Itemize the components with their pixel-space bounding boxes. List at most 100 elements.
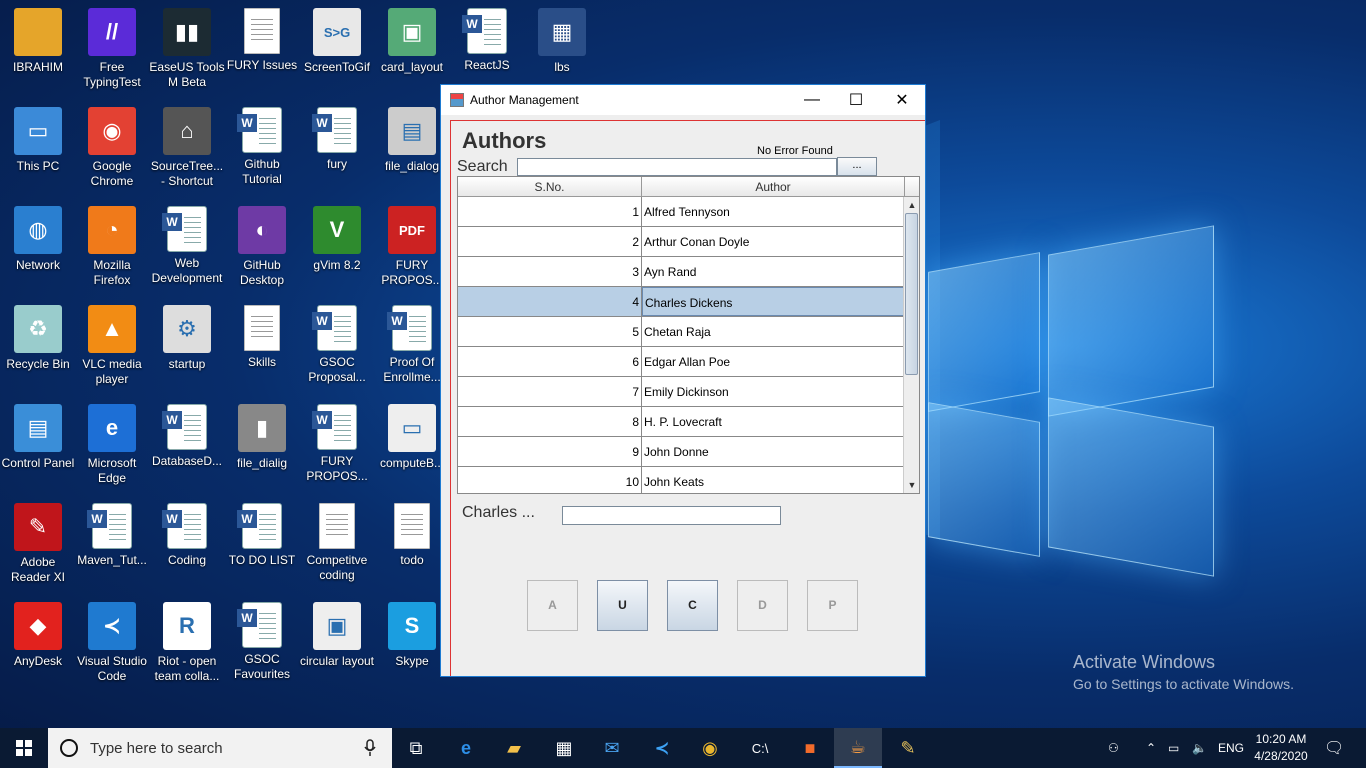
people-icon[interactable]: ⚇ xyxy=(1108,728,1119,768)
cell-author[interactable]: John Donne xyxy=(642,437,904,466)
desktop-icon-skype[interactable]: S Skype xyxy=(374,602,450,669)
table-row[interactable]: 4 Charles Dickens xyxy=(458,287,919,317)
notifications-icon[interactable]: 🗨 xyxy=(1324,728,1344,768)
terminal-icon[interactable]: C:\ xyxy=(736,728,784,768)
cell-sno[interactable]: 4 xyxy=(458,287,642,316)
table-row[interactable]: 5 Chetan Raja xyxy=(458,317,919,347)
cell-sno[interactable]: 9 xyxy=(458,437,642,466)
desktop-icon-maven-tut[interactable]: Maven_Tut... xyxy=(74,503,150,568)
paint-taskbar-icon[interactable]: ✎ xyxy=(884,728,932,768)
cell-author[interactable]: Ayn Rand xyxy=(642,257,904,286)
minimize-button[interactable]: — xyxy=(789,85,835,115)
chrome-taskbar-icon[interactable]: ◉ xyxy=(686,728,734,768)
search-button[interactable]: ... xyxy=(837,157,877,176)
system-clock[interactable]: 10:20 AM 4/28/2020 xyxy=(1250,731,1312,765)
cell-sno[interactable]: 8 xyxy=(458,407,642,436)
cell-author[interactable]: Alfred Tennyson xyxy=(642,197,904,226)
cell-author[interactable]: Emily Dickinson xyxy=(642,377,904,406)
cell-sno[interactable]: 10 xyxy=(458,467,642,493)
microphone-icon[interactable] xyxy=(364,739,376,757)
desktop-icon-screentogif[interactable]: S>G ScreenToGif xyxy=(299,8,375,75)
scroll-up-arrow-icon[interactable]: ▲ xyxy=(906,199,918,211)
table-row[interactable]: 10 John Keats xyxy=(458,467,919,493)
java-taskbar-icon[interactable]: ☕ xyxy=(834,728,882,768)
desktop-icon-control-panel[interactable]: ▤ Control Panel xyxy=(0,404,76,471)
search-input[interactable] xyxy=(517,158,837,176)
task-view-icon[interactable]: ⧉ xyxy=(392,728,440,768)
cell-author[interactable]: Arthur Conan Doyle xyxy=(642,227,904,256)
desktop-icon-coding[interactable]: Coding xyxy=(149,503,225,568)
table-row[interactable]: 8 H. P. Lovecraft xyxy=(458,407,919,437)
title-bar[interactable]: Author Management — ☐ ✕ xyxy=(441,85,925,115)
scroll-thumb[interactable] xyxy=(905,213,918,375)
author-name-field[interactable] xyxy=(562,506,781,525)
desktop-icon-gsoc-favourites[interactable]: GSOC Favourites xyxy=(224,602,300,682)
desktop-icon-file-dialig[interactable]: ▮ file_dialig xyxy=(224,404,300,471)
cell-sno[interactable]: 3 xyxy=(458,257,642,286)
table-row[interactable]: 3 Ayn Rand xyxy=(458,257,919,287)
u-action-button[interactable]: U xyxy=(597,580,648,631)
desktop-icon-startup[interactable]: ⚙ startup xyxy=(149,305,225,372)
table-row[interactable]: 6 Edgar Allan Poe xyxy=(458,347,919,377)
desktop-icon-github-tutorial[interactable]: Github Tutorial xyxy=(224,107,300,187)
column-header-sno[interactable]: S.No. xyxy=(458,177,642,196)
column-header-author[interactable]: Author xyxy=(642,177,905,196)
desktop-icon-recycle-bin[interactable]: ♻ Recycle Bin xyxy=(0,305,76,372)
cell-sno[interactable]: 5 xyxy=(458,317,642,346)
cell-sno[interactable]: 2 xyxy=(458,227,642,256)
desktop-icon-fury-propos[interactable]: PDF FURY PROPOS... xyxy=(374,206,450,288)
desktop-icon-ibrahim[interactable]: IBRAHIM xyxy=(0,8,76,75)
desktop-icon-todo[interactable]: todo xyxy=(374,503,450,568)
table-row[interactable]: 2 Arthur Conan Doyle xyxy=(458,227,919,257)
battery-icon[interactable]: ▭ xyxy=(1168,728,1179,768)
desktop-icon-computeb[interactable]: ▭ computeB... xyxy=(374,404,450,471)
desktop-icon-microsoft-edge[interactable]: e Microsoft Edge xyxy=(74,404,150,486)
desktop-icon-gvim-8-2[interactable]: VgVim 8.2 xyxy=(299,206,375,273)
desktop-icon-easeus-tools-m-beta[interactable]: ▮▮ EaseUS Tools M Beta xyxy=(149,8,225,90)
desktop-icon-competitve-coding[interactable]: Competitve coding xyxy=(299,503,375,583)
maximize-button[interactable]: ☐ xyxy=(833,85,879,115)
edge-taskbar-icon[interactable]: e xyxy=(442,728,490,768)
d-action-button[interactable]: D xyxy=(737,580,788,631)
close-button[interactable]: ✕ xyxy=(879,85,925,115)
screentogif-taskbar-icon[interactable]: ■ xyxy=(786,728,834,768)
a-action-button[interactable]: A xyxy=(527,580,578,631)
desktop-icon-free-typingtest[interactable]: // Free TypingTest xyxy=(74,8,150,90)
scroll-down-arrow-icon[interactable]: ▼ xyxy=(906,479,918,491)
desktop-icon-riot-open-team-colla[interactable]: R Riot - open team colla... xyxy=(149,602,225,684)
desktop-icon-gsoc-proposal[interactable]: GSOC Proposal... xyxy=(299,305,375,385)
desktop-icon-visual-studio-code[interactable]: ≺ Visual Studio Code xyxy=(74,602,150,684)
desktop-icon-fury-propos[interactable]: FURY PROPOS... xyxy=(299,404,375,484)
desktop-icon-reactjs[interactable]: ReactJS xyxy=(449,8,525,73)
show-hidden-icons-chevron-up-icon[interactable]: ⌃ xyxy=(1146,728,1156,768)
desktop-icon-proof-of-enrollme[interactable]: Proof Of Enrollme... xyxy=(374,305,450,385)
file-explorer-icon[interactable]: ▰ xyxy=(490,728,538,768)
cell-sno[interactable]: 1 xyxy=(458,197,642,226)
table-row[interactable]: 1 Alfred Tennyson xyxy=(458,197,919,227)
table-row[interactable]: 9 John Donne xyxy=(458,437,919,467)
desktop-icon-mozilla-firefox[interactable]: ◔ Mozilla Firefox xyxy=(74,206,150,288)
desktop-icon-sourcetree-shortcut[interactable]: ⌂ SourceTree... - Shortcut xyxy=(149,107,225,189)
cell-sno[interactable]: 7 xyxy=(458,377,642,406)
desktop-icon-to-do-list[interactable]: TO DO LIST xyxy=(224,503,300,568)
desktop-icon-anydesk[interactable]: ◆ AnyDesk xyxy=(0,602,76,669)
table-row[interactable]: 7 Emily Dickinson xyxy=(458,377,919,407)
desktop-icon-lbs[interactable]: ▦ lbs xyxy=(524,8,600,75)
desktop-icon-skills[interactable]: Skills xyxy=(224,305,300,370)
desktop-icon-google-chrome[interactable]: ◉ Google Chrome xyxy=(74,107,150,189)
vscode-taskbar-icon[interactable]: ≺ xyxy=(638,728,686,768)
desktop-icon-this-pc[interactable]: ▭ This PC xyxy=(0,107,76,174)
cell-author[interactable]: Edgar Allan Poe xyxy=(642,347,904,376)
cell-author[interactable]: Chetan Raja xyxy=(642,317,904,346)
vertical-scrollbar[interactable]: ▲ ▼ xyxy=(903,197,919,493)
desktop-icon-fury-issues[interactable]: FURY Issues xyxy=(224,8,300,73)
store-icon[interactable]: ▦ xyxy=(540,728,588,768)
desktop-icon-web-development[interactable]: Web Development xyxy=(149,206,225,286)
p-action-button[interactable]: P xyxy=(807,580,858,631)
cell-sno[interactable]: 6 xyxy=(458,347,642,376)
desktop-icon-network[interactable]: ◍ Network xyxy=(0,206,76,273)
volume-icon[interactable]: 🔈 xyxy=(1192,728,1207,768)
desktop-icon-adobe-reader-xi[interactable]: ✎ Adobe Reader XI xyxy=(0,503,76,585)
desktop-icon-card-layout[interactable]: ▣ card_layout xyxy=(374,8,450,75)
c-action-button[interactable]: C xyxy=(667,580,718,631)
